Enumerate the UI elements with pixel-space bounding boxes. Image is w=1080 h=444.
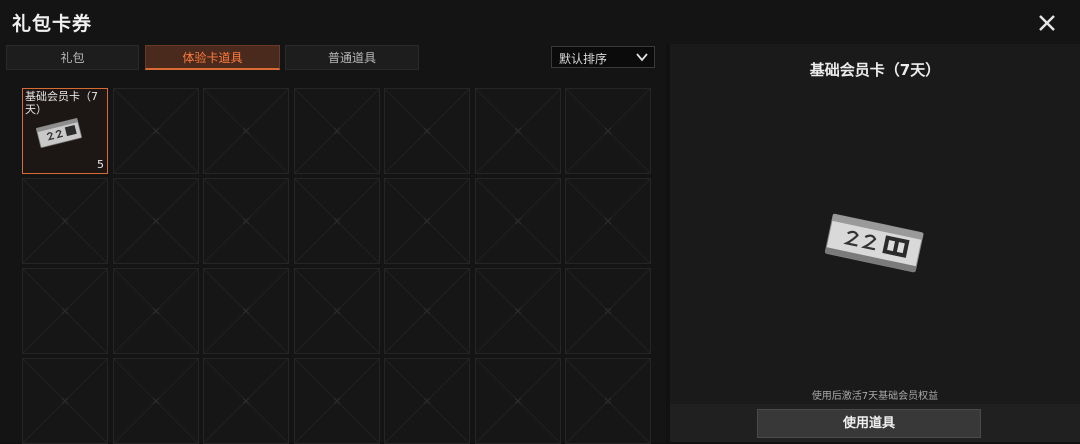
action-bar: 使用道具 [670, 404, 1080, 442]
close-icon[interactable] [1034, 10, 1060, 36]
empty-slot [203, 358, 289, 444]
empty-slot [22, 178, 108, 264]
empty-slot [293, 178, 380, 264]
empty-slot [22, 358, 108, 444]
empty-slot [203, 268, 289, 354]
chevron-down-icon [636, 53, 648, 62]
detail-title: 基础会员卡（7天） [809, 61, 941, 79]
item-count: 5 [97, 158, 104, 171]
sort-dropdown[interactable]: 默认排序 [551, 46, 655, 68]
window-header: 礼包卡券 [0, 0, 1080, 44]
empty-slot [565, 88, 651, 174]
empty-slot [293, 88, 380, 174]
inventory-grid: 基础会员卡（7天） 5 [22, 88, 651, 444]
empty-slot [474, 358, 561, 444]
inventory-panel: 礼包 体验卡道具 普通道具 默认排序 基础会员卡（7天） 5 [0, 44, 666, 444]
empty-slot [565, 358, 651, 444]
sort-label: 默认排序 [559, 52, 608, 66]
empty-slot [474, 268, 561, 354]
empty-slot [293, 358, 380, 444]
empty-slot [203, 88, 289, 174]
empty-slot [22, 268, 108, 354]
empty-slot [565, 268, 651, 354]
empty-slot [384, 88, 470, 174]
tab-gift-pack[interactable]: 礼包 [6, 45, 139, 70]
membership-card-icon [36, 118, 82, 148]
empty-slot [384, 178, 470, 264]
membership-card-icon [824, 213, 924, 273]
empty-slot [565, 178, 651, 264]
empty-slot [112, 178, 199, 264]
empty-slot [384, 268, 470, 354]
use-item-button[interactable]: 使用道具 [757, 409, 981, 438]
item-name: 基础会员卡（7天） [25, 90, 98, 116]
item-detail-panel: 基础会员卡（7天） 使用后激活7天基础会员权益 使用道具 [670, 44, 1080, 442]
detail-description: 使用后激活7天基础会员权益 [811, 391, 939, 402]
inventory-item-slot[interactable]: 基础会员卡（7天） 5 [22, 88, 108, 174]
tab-trial-card-items[interactable]: 体验卡道具 [145, 45, 280, 70]
tab-normal-items[interactable]: 普通道具 [285, 45, 419, 70]
empty-slot [293, 268, 380, 354]
empty-slot [112, 268, 199, 354]
empty-slot [112, 358, 199, 444]
empty-slot [474, 88, 561, 174]
window-title: 礼包卡券 [12, 13, 93, 35]
empty-slot [203, 178, 289, 264]
empty-slot [384, 358, 470, 444]
empty-slot [474, 178, 561, 264]
empty-slot [112, 88, 199, 174]
